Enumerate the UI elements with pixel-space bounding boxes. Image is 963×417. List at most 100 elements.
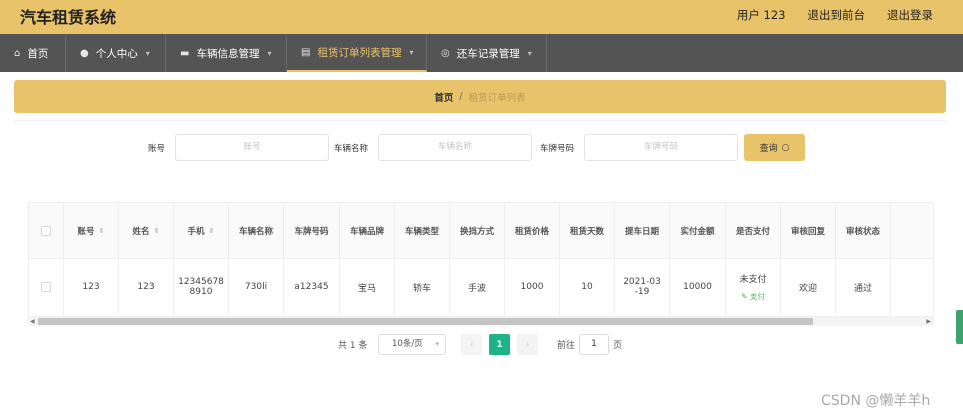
- account-label: 账号: [148, 143, 166, 154]
- goto-page-input[interactable]: 1: [579, 334, 609, 355]
- nav-item-rental-orders[interactable]: ▤ 租赁订单列表管理 ▾: [287, 34, 427, 72]
- cell-paid: 未支付 ✎ 支付: [726, 259, 781, 315]
- select-all-cell: [29, 203, 64, 259]
- side-tab[interactable]: [956, 310, 963, 344]
- cell-account: 123: [64, 259, 119, 315]
- user-icon: ●: [80, 47, 89, 59]
- cell-pickup-date: 2021-03 -19: [615, 259, 670, 315]
- column-header[interactable]: 手机 ⇕: [174, 203, 229, 259]
- column-header: 车牌号码: [284, 203, 340, 259]
- column-header: 车辆名称: [229, 203, 284, 259]
- logout-link[interactable]: 退出登录: [887, 7, 933, 23]
- nav-item-home[interactable]: ⌂ 首页: [0, 34, 66, 72]
- paid-status: 未支付: [739, 275, 767, 285]
- top-links: 用户 123 退出到前台 退出登录: [737, 7, 933, 23]
- cell-amount: 10000: [670, 259, 726, 315]
- row-select-cell: [29, 259, 64, 315]
- return-icon: ◎: [441, 47, 450, 59]
- plate-search: 车牌号码 车牌号码: [540, 134, 739, 161]
- orders-table: 账号 ⇕ 姓名 ⇕ 手机 ⇕ 车辆名称 车牌号码 车辆品牌 车辆类型 换挡方式 租赁价…: [28, 202, 934, 317]
- column-header: 是否支付: [726, 203, 781, 259]
- pay-button[interactable]: ✎ 支付: [741, 291, 765, 302]
- row-checkbox[interactable]: [41, 282, 51, 292]
- scrollbar-thumb[interactable]: [38, 318, 813, 325]
- column-header: 审核状态: [836, 203, 891, 259]
- cell-status: 通过: [836, 259, 891, 315]
- edit-icon: ✎: [741, 292, 748, 301]
- chevron-down-icon: ▾: [409, 47, 414, 57]
- cell-type: 轿车: [395, 259, 450, 315]
- page-size-select[interactable]: 10条/页 ▾: [378, 334, 446, 355]
- chevron-down-icon: ▾: [145, 48, 150, 58]
- cell-brand: 宝马: [340, 259, 395, 315]
- chevron-down-icon: ▾: [527, 48, 532, 58]
- sort-icon[interactable]: ⇕: [99, 227, 105, 235]
- breadcrumb-current: 租赁订单列表: [468, 92, 526, 104]
- nav-item-return-records[interactable]: ◎ 还车记录管理 ▾: [427, 34, 547, 72]
- nav-label: 车辆信息管理: [196, 47, 260, 60]
- page-suffix: 页: [613, 341, 623, 351]
- top-header: 汽车租赁系统 用户 123 退出到前台 退出登录: [0, 0, 963, 34]
- car-name-search: 车辆名称 车辆名称: [334, 134, 533, 161]
- plate-input[interactable]: 车牌号码: [584, 134, 739, 161]
- column-header: 审核回复: [781, 203, 836, 259]
- nav-item-personal-center[interactable]: ● 个人中心 ▾: [66, 34, 166, 72]
- prev-page-button[interactable]: ‹: [461, 334, 482, 355]
- current-user: 用户 123: [736, 8, 786, 22]
- query-button[interactable]: 查询 ○: [744, 134, 805, 161]
- column-header: 实付金额: [670, 203, 726, 259]
- cell-price: 1000: [505, 259, 560, 315]
- watermark: CSDN @懒羊羊h: [821, 393, 931, 409]
- scroll-right-icon[interactable]: ▶: [926, 317, 931, 326]
- chevron-down-icon: ▾: [267, 48, 272, 58]
- car-name-label: 车辆名称: [334, 143, 369, 154]
- car-name-input[interactable]: 车辆名称: [378, 134, 533, 161]
- column-header: 提车日期: [615, 203, 670, 259]
- column-header: 换挡方式: [450, 203, 505, 259]
- chevron-down-icon: ▾: [435, 340, 439, 348]
- home-icon: ⌂: [14, 47, 21, 59]
- nav-label: 个人中心: [95, 47, 138, 60]
- goto-label: 前往: [557, 341, 576, 351]
- column-header: 租赁天数: [560, 203, 615, 259]
- main-nav: ⌂ 首页 ● 个人中心 ▾ ▬ 车辆信息管理 ▾ ▤ 租赁订单列表管理 ▾ ◎ …: [0, 34, 963, 72]
- breadcrumb-separator: /: [459, 91, 463, 102]
- cell-days: 10: [560, 259, 615, 315]
- cell-phone: 12345678 8910: [174, 259, 229, 315]
- search-icon: ○: [781, 142, 790, 153]
- column-header[interactable]: 账号 ⇕: [64, 203, 119, 259]
- pagination-total: 共 1 条: [338, 341, 368, 351]
- query-button-label: 查询: [759, 144, 778, 154]
- cell-gear: 手波: [450, 259, 505, 315]
- order-icon: ▤: [301, 46, 311, 58]
- breadcrumb-home[interactable]: 首页: [434, 90, 453, 104]
- cell-car-name: 730li: [229, 259, 284, 315]
- scroll-left-icon[interactable]: ◀: [30, 317, 35, 326]
- cell-name: 123: [119, 259, 174, 315]
- plate-label: 车牌号码: [540, 143, 575, 154]
- sort-icon[interactable]: ⇕: [209, 227, 215, 235]
- account-search: 账号 账号: [148, 134, 330, 161]
- back-to-front-link[interactable]: 退出到前台: [808, 7, 866, 23]
- car-icon: ▬: [180, 47, 190, 59]
- cell-plate: a12345: [284, 259, 340, 315]
- table-header: 账号 ⇕ 姓名 ⇕ 手机 ⇕ 车辆名称 车牌号码 车辆品牌 车辆类型 换挡方式 租赁价…: [29, 203, 933, 259]
- nav-item-vehicle-management[interactable]: ▬ 车辆信息管理 ▾: [166, 34, 287, 72]
- select-all-checkbox[interactable]: [41, 226, 51, 236]
- account-input[interactable]: 账号: [175, 134, 330, 161]
- column-header: 车辆类型: [395, 203, 450, 259]
- breadcrumb: 首页 / 租赁订单列表: [14, 80, 946, 113]
- column-header[interactable]: 姓名 ⇕: [119, 203, 174, 259]
- table-row: 123 123 12345678 8910 730li a12345 宝马 轿车 …: [29, 259, 933, 315]
- app-title: 汽车租赁系统: [20, 8, 117, 27]
- nav-label: 还车记录管理: [456, 47, 520, 60]
- cell-reply: 欢迎: [781, 259, 836, 315]
- horizontal-scrollbar[interactable]: ◀ ▶: [28, 317, 934, 326]
- page-number-current[interactable]: 1: [489, 334, 510, 355]
- nav-label: 首页: [27, 47, 49, 60]
- sort-icon[interactable]: ⇕: [154, 227, 160, 235]
- column-header: 租赁价格: [505, 203, 560, 259]
- column-header: 车辆品牌: [340, 203, 395, 259]
- next-page-button[interactable]: ›: [517, 334, 538, 355]
- nav-label: 租赁订单列表管理: [317, 46, 402, 59]
